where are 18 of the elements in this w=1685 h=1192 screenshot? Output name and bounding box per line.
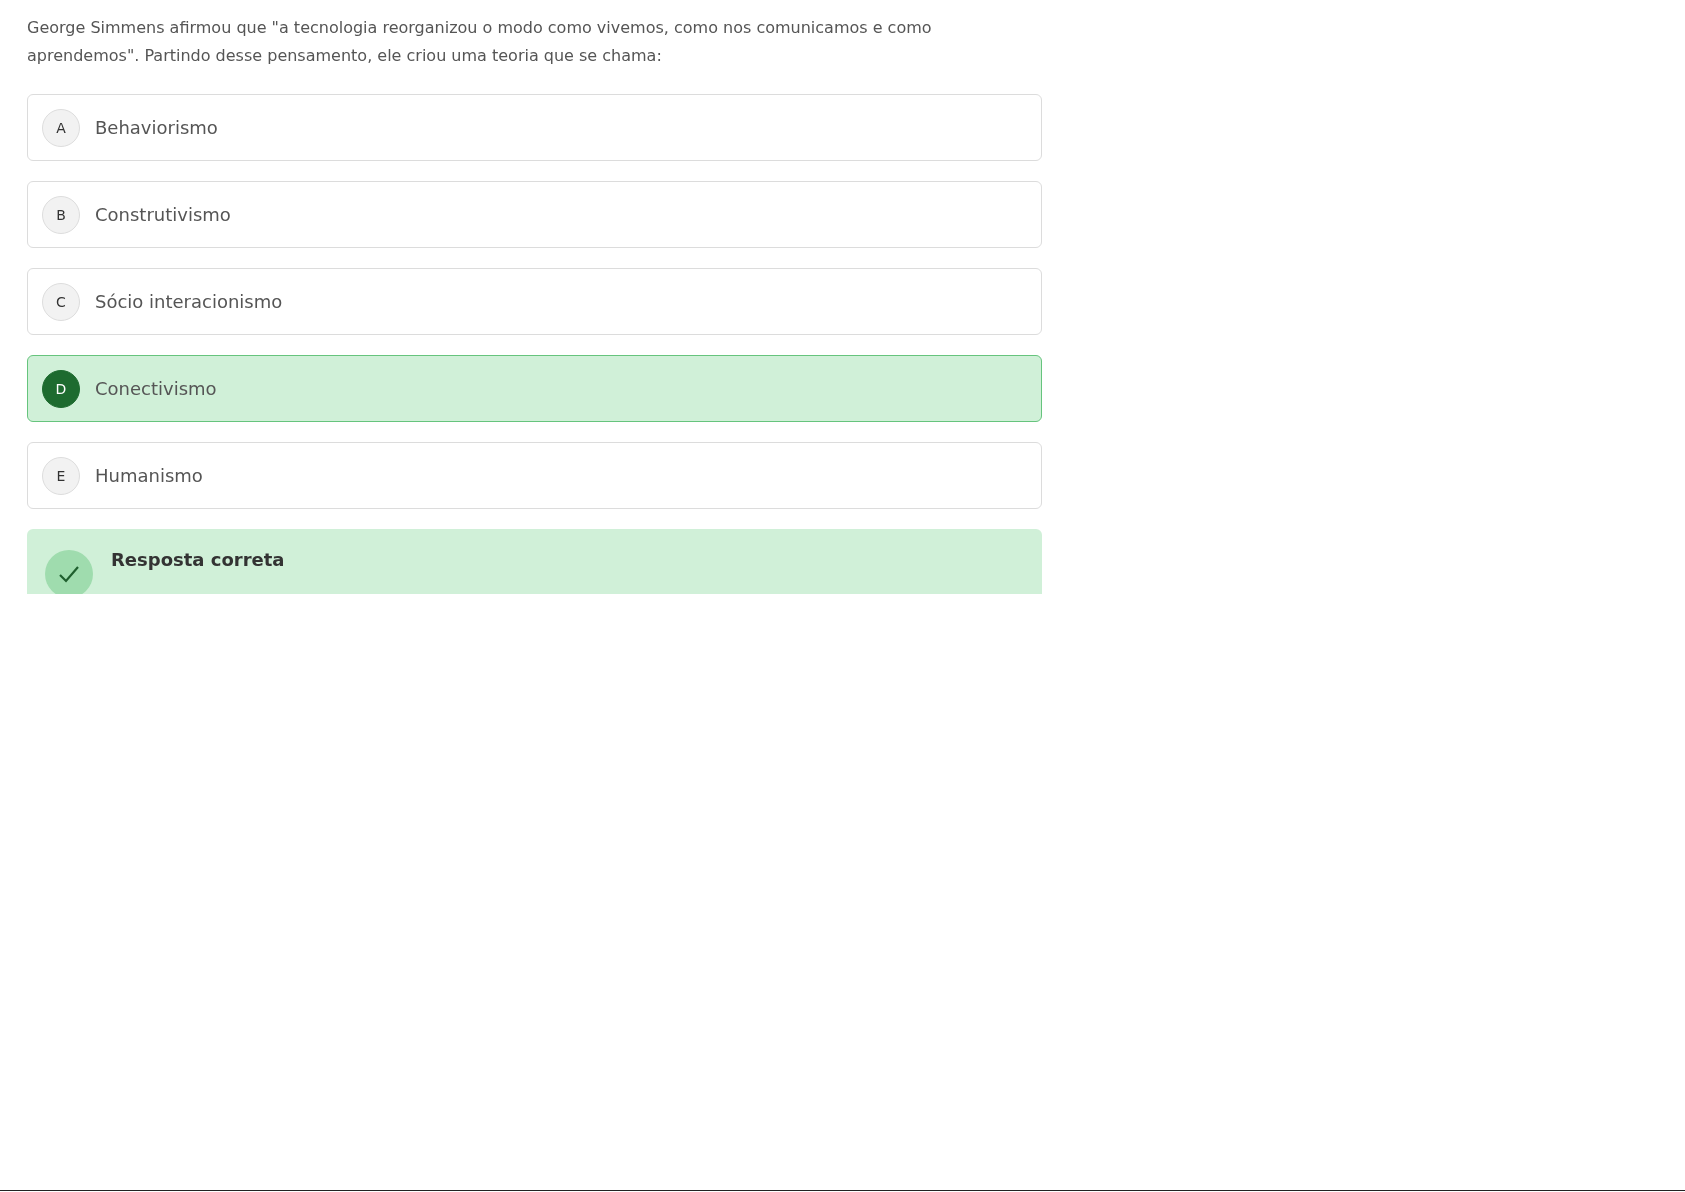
option-letter: E <box>42 456 80 495</box>
option-text: Sócio interacionismo <box>95 291 283 312</box>
option-letter: D <box>42 369 80 408</box>
check-icon <box>45 550 93 594</box>
option-letter: B <box>42 195 80 234</box>
answer-option[interactable]: C Sócio interacionismo <box>27 268 1042 335</box>
option-letter: C <box>42 282 80 321</box>
option-text: Behaviorismo <box>95 117 218 138</box>
answer-option[interactable]: B Construtivismo <box>27 181 1042 248</box>
option-text: Conectivismo <box>95 378 217 399</box>
feedback-title: Resposta correta <box>111 550 285 570</box>
answer-option[interactable]: D Conectivismo <box>27 355 1042 422</box>
option-letter: A <box>42 108 80 147</box>
option-text: Construtivismo <box>95 204 231 225</box>
answer-option[interactable]: A Behaviorismo <box>27 94 1042 161</box>
option-text: Humanismo <box>95 465 203 486</box>
answer-option[interactable]: E Humanismo <box>27 442 1042 509</box>
question-text: George Simmens afirmou que "a tecnologia reorganizou o modo como vivemos, como nos comunicamos e como aprendemos". Partindo desse pensamento, ele criou uma teoria que se chama: <box>27 17 933 67</box>
